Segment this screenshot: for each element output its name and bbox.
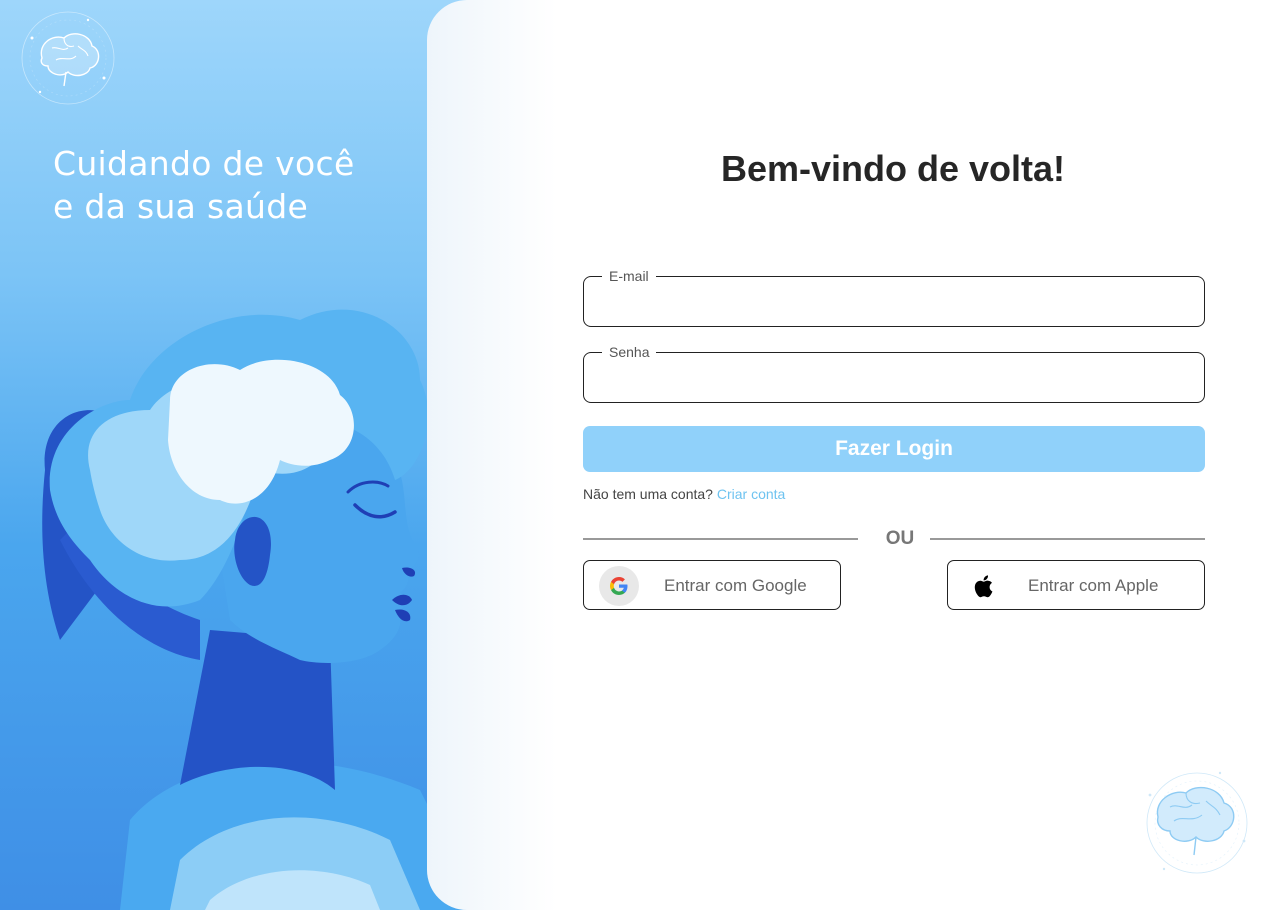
hero-title-line-1: Cuidando de você [53, 144, 355, 183]
divider-text: OU [885, 528, 915, 549]
email-field[interactable]: E-mail [583, 267, 1205, 327]
email-input[interactable] [584, 277, 1204, 326]
password-label: Senha [602, 343, 657, 361]
apple-login-label: Entrar com Apple [1028, 576, 1159, 595]
apple-login-button[interactable]: Entrar com Apple [947, 560, 1205, 610]
login-button[interactable]: Fazer Login [583, 426, 1205, 472]
email-label: E-mail [602, 267, 656, 285]
create-account-link[interactable]: Criar conta [717, 486, 785, 502]
hero-title-line-2: e da sua saúde [53, 187, 309, 226]
brain-watermark-icon [1146, 771, 1248, 874]
signup-prompt-text: Não tem uma conta? [583, 486, 713, 502]
google-login-button[interactable]: Entrar com Google [583, 560, 841, 610]
apple-icon [963, 566, 1003, 606]
hero-title: Cuidando de você e da sua saúde [53, 142, 433, 228]
divider-right [930, 538, 1205, 540]
divider-left [583, 538, 858, 540]
google-login-label: Entrar com Google [664, 576, 807, 595]
brain-logo-icon [21, 11, 115, 105]
password-field[interactable]: Senha [583, 343, 1205, 403]
page-title: Bem-vindo de volta! [720, 148, 1066, 189]
google-icon [599, 566, 639, 606]
signup-prompt: Não tem uma conta? Criar conta [583, 486, 785, 502]
password-input[interactable] [584, 353, 1204, 402]
